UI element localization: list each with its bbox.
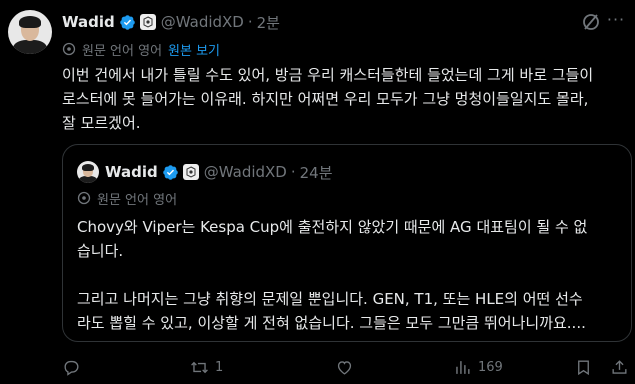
quoted-translation-row: 원문 언어 영어 — [77, 189, 178, 208]
quoted-tweet-text: Chovy와 Viper는 Kespa Cup에 출전하지 않았기 때문에 AG… — [77, 215, 619, 335]
quoted-author-handle: @WadidXD — [203, 163, 287, 181]
retweet-count: 1 — [215, 359, 224, 375]
quoted-text-line: 라도 뽑힐 수 있고, 이상할 게 전혀 없습니다. 그들은 모두 그만큼 뛰어… — [77, 314, 586, 332]
quoted-text-line: 그리고 나머지는 그냥 취향의 문제일 뿐입니다. GEN, T1, 또는 HL… — [77, 290, 583, 308]
views-button[interactable]: 169 — [453, 354, 503, 380]
views-count: 169 — [478, 359, 503, 375]
translation-row: 원문 언어 영어 원본 보기 — [62, 40, 220, 59]
globe-icon — [62, 42, 76, 56]
quoted-text-line: Chovy와 Viper는 Kespa Cup에 출전하지 않았기 때문에 AG… — [77, 218, 588, 236]
views-icon — [456, 360, 470, 374]
tweet-header: Wadid @WadidXD · 2분 — [62, 12, 280, 32]
quoted-author-name: Wadid — [105, 163, 158, 181]
affiliate-badge-icon[interactable] — [139, 14, 156, 30]
retweet-icon — [191, 361, 208, 373]
quoted-avatar — [77, 161, 99, 183]
share-icon — [612, 359, 627, 374]
tweet-text-line: 이번 건에서 내가 틀릴 수도 있어, 방금 우리 캐스터들한테 들었는데 그게… — [62, 66, 594, 84]
reply-icon — [64, 360, 79, 376]
tweet-text-line: 잘 모르겠어. — [62, 114, 141, 132]
globe-icon — [77, 191, 91, 205]
separator-dot: · — [247, 13, 253, 31]
grok-icon[interactable] — [581, 12, 601, 32]
show-original-link[interactable]: 원본 보기 — [168, 40, 220, 59]
avatar[interactable] — [8, 10, 52, 54]
reply-button[interactable] — [62, 354, 81, 380]
verified-badge-icon — [162, 164, 178, 180]
quoted-tweet-header: Wadid @WadidXD · 24분 — [77, 161, 333, 183]
retweet-button[interactable]: 1 — [190, 354, 223, 380]
tweet-text: 이번 건에서 내가 틀릴 수도 있어, 방금 우리 캐스터들한테 들었는데 그게… — [62, 63, 632, 135]
verified-badge-icon[interactable] — [119, 14, 136, 31]
action-bar: 1 169 — [62, 354, 632, 380]
like-button[interactable] — [335, 354, 354, 380]
tweet-time[interactable]: 2분 — [257, 12, 280, 33]
quoted-translation-label: 원문 언어 영어 — [97, 192, 178, 208]
heart-icon — [337, 360, 352, 375]
quoted-tweet-time: 24분 — [299, 163, 333, 182]
share-button[interactable] — [610, 354, 629, 380]
tweet-text-line: 로스터에 못 들어가는 이유래. 하지만 어쩌면 우리 모두가 그냥 멍청이들일… — [62, 90, 589, 108]
bookmark-icon — [578, 359, 589, 375]
author-handle[interactable]: @WadidXD — [161, 13, 244, 31]
affiliate-badge-icon — [182, 164, 199, 180]
more-icon[interactable]: ··· — [604, 10, 628, 32]
author-name[interactable]: Wadid — [62, 13, 115, 31]
quoted-text-line: 습니다. — [77, 242, 124, 260]
separator-dot: · — [290, 163, 296, 181]
bookmark-button[interactable] — [574, 354, 593, 380]
quoted-tweet[interactable]: Wadid @WadidXD · 24분 원문 언어 영어 Chovy와 Vip… — [62, 144, 632, 342]
translation-label: 원문 언어 영어 — [82, 43, 163, 59]
